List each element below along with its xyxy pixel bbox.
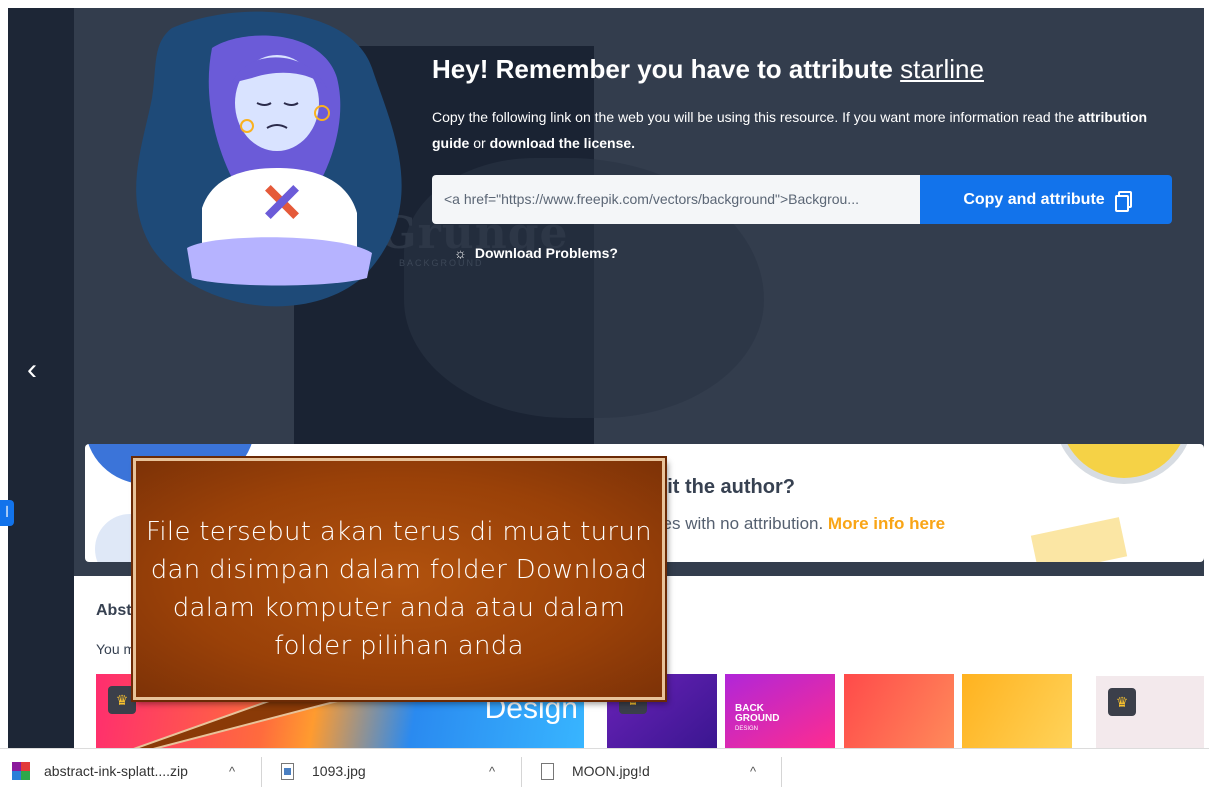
attribution-title-text: Hey! Remember you have to attribute <box>432 54 901 84</box>
banner-decoration-note <box>1030 517 1128 562</box>
attribution-or-text: or <box>469 135 490 151</box>
download-separator <box>781 757 782 787</box>
sad-person-illustration <box>136 11 402 307</box>
more-info-link[interactable]: More info here <box>828 514 945 533</box>
download-problems-label: Download Problems? <box>474 245 618 261</box>
chevron-up-icon[interactable]: ^ <box>750 764 756 779</box>
author-link[interactable]: starline <box>900 54 984 84</box>
attribution-link-field[interactable]: <a href="https://www.freepik.com/vectors… <box>432 175 920 224</box>
premium-crown-icon: ♛ <box>1108 688 1136 716</box>
download-problems-link[interactable]: ☼ Download Problems? <box>454 245 618 261</box>
download-item[interactable]: MOON.jpg!d <box>541 749 650 792</box>
window-edge <box>0 0 8 748</box>
download-filename: abstract-ink-splatt....zip <box>44 763 188 779</box>
previous-arrow-icon[interactable]: ‹ <box>20 352 44 388</box>
window-top-edge <box>0 0 1209 8</box>
download-item[interactable]: 1093.jpg <box>281 749 366 792</box>
browser-download-bar: abstract-ink-splatt....zip ^ 1093.jpg ^ … <box>0 748 1209 792</box>
download-filename: MOON.jpg!d <box>572 763 650 779</box>
credit-text: iles with no attribution. More info here <box>655 514 945 534</box>
copy-and-attribute-button[interactable]: Copy and attribute <box>920 175 1172 224</box>
download-separator <box>521 757 522 787</box>
instruction-callout: File tersebut akan terus di muat turun d… <box>131 456 667 702</box>
file-icon <box>541 762 554 780</box>
attribution-description-text: Copy the following link on the web you w… <box>432 109 1078 125</box>
credit-text-body: iles with no attribution. <box>655 514 828 533</box>
related-thumbnail[interactable] <box>844 674 954 748</box>
copy-button-label: Copy and attribute <box>963 190 1105 208</box>
credit-title: dit the author? <box>655 476 795 498</box>
chevron-up-icon[interactable]: ^ <box>489 764 495 779</box>
callout-text: File tersebut akan terus di muat turun d… <box>146 517 652 661</box>
archive-icon <box>12 762 30 780</box>
download-item[interactable]: abstract-ink-splatt....zip <box>12 749 188 792</box>
copy-icon <box>1114 190 1132 212</box>
attribution-link-box: <a href="https://www.freepik.com/vectors… <box>432 175 1172 224</box>
window-right-edge <box>1204 0 1209 748</box>
download-separator <box>261 757 262 787</box>
thumbnail-text-line: DESIGN <box>735 726 759 732</box>
thumbnail-text-line: GROUND <box>735 713 780 724</box>
side-tab-icon[interactable]: ꟾ <box>0 500 14 526</box>
related-thumbnail[interactable] <box>962 674 1072 748</box>
thumbnail-text: BACK GROUND DESIGN <box>735 704 779 734</box>
related-thumbnail[interactable]: BACK GROUND DESIGN <box>725 674 835 748</box>
banner-decoration-plant <box>1054 444 1194 484</box>
download-license-link[interactable]: download the license. <box>490 135 635 151</box>
bug-icon: ☼ <box>454 245 467 261</box>
image-file-icon <box>281 762 294 780</box>
related-thumbnail[interactable]: ♛ <box>1096 676 1204 748</box>
chevron-up-icon[interactable]: ^ <box>229 764 235 779</box>
premium-crown-icon: ♛ <box>108 686 136 714</box>
download-filename: 1093.jpg <box>312 763 366 779</box>
attribution-title: Hey! Remember you have to attribute star… <box>432 54 984 85</box>
related-heading: Abstr <box>96 602 138 619</box>
attribution-description: Copy the following link on the web you w… <box>432 104 1162 156</box>
related-subtext: You m <box>96 641 136 657</box>
